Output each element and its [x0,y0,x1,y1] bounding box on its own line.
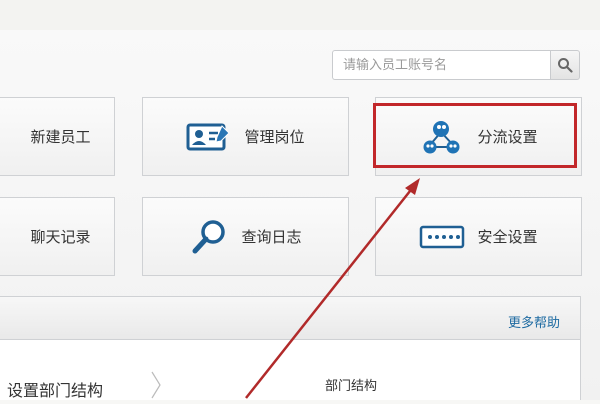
annotation-arrow [245,178,420,399]
